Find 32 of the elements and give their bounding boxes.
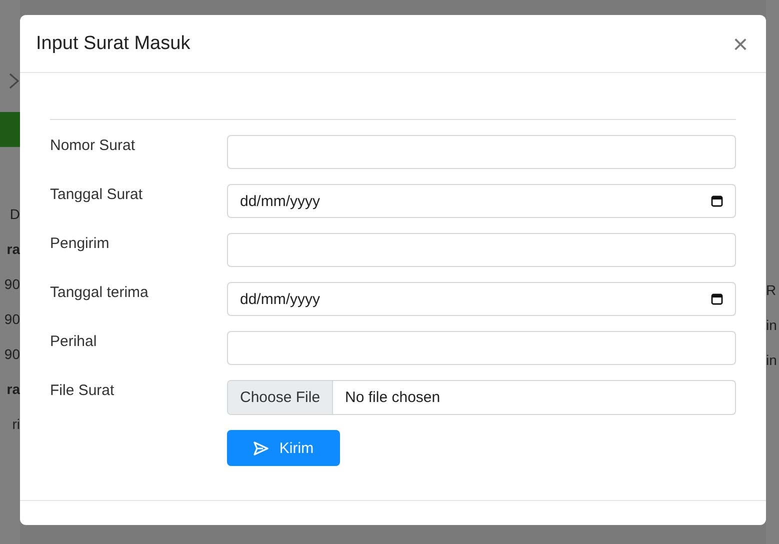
background-text: ra	[6, 240, 20, 259]
background-text: 90	[4, 310, 20, 329]
background-text: D	[10, 205, 20, 224]
background-text: in	[766, 351, 777, 370]
field-label: Nomor Surat	[50, 136, 136, 156]
input-field[interactable]	[227, 233, 736, 267]
field-label: Perihal	[50, 332, 98, 352]
send-icon	[253, 440, 270, 456]
background-text: R	[766, 281, 776, 300]
choose-file-button[interactable]: Choose File	[228, 381, 334, 414]
field-label: Pengirim	[50, 234, 110, 254]
file-status: No file chosen	[344, 388, 440, 408]
date-field[interactable]: dd/mm/yyyy	[227, 282, 736, 316]
field-label: Tanggal terima	[50, 283, 150, 303]
background-text: ra	[6, 380, 20, 399]
input-field[interactable]	[227, 331, 736, 365]
date-placeholder: dd/mm/yyyy	[240, 192, 320, 210]
date-field[interactable]: dd/mm/yyyy	[227, 184, 736, 218]
input-field[interactable]	[227, 135, 736, 169]
modal-title: Input Surat Masuk	[36, 32, 190, 54]
file-field[interactable]: Choose File No file chosen	[227, 380, 736, 415]
close-button[interactable]: ×	[728, 30, 752, 56]
field-label: File Surat	[50, 381, 116, 401]
chevron-icon	[8, 72, 20, 90]
background-text: ri	[12, 415, 20, 434]
calendar-icon[interactable]	[711, 293, 723, 305]
background-text: 90	[4, 275, 20, 294]
calendar-icon[interactable]	[711, 195, 723, 207]
field-label: Tanggal Surat	[50, 185, 144, 205]
background-text: in	[766, 316, 777, 335]
date-placeholder: dd/mm/yyyy	[240, 290, 320, 308]
background-text: 90	[4, 345, 20, 364]
